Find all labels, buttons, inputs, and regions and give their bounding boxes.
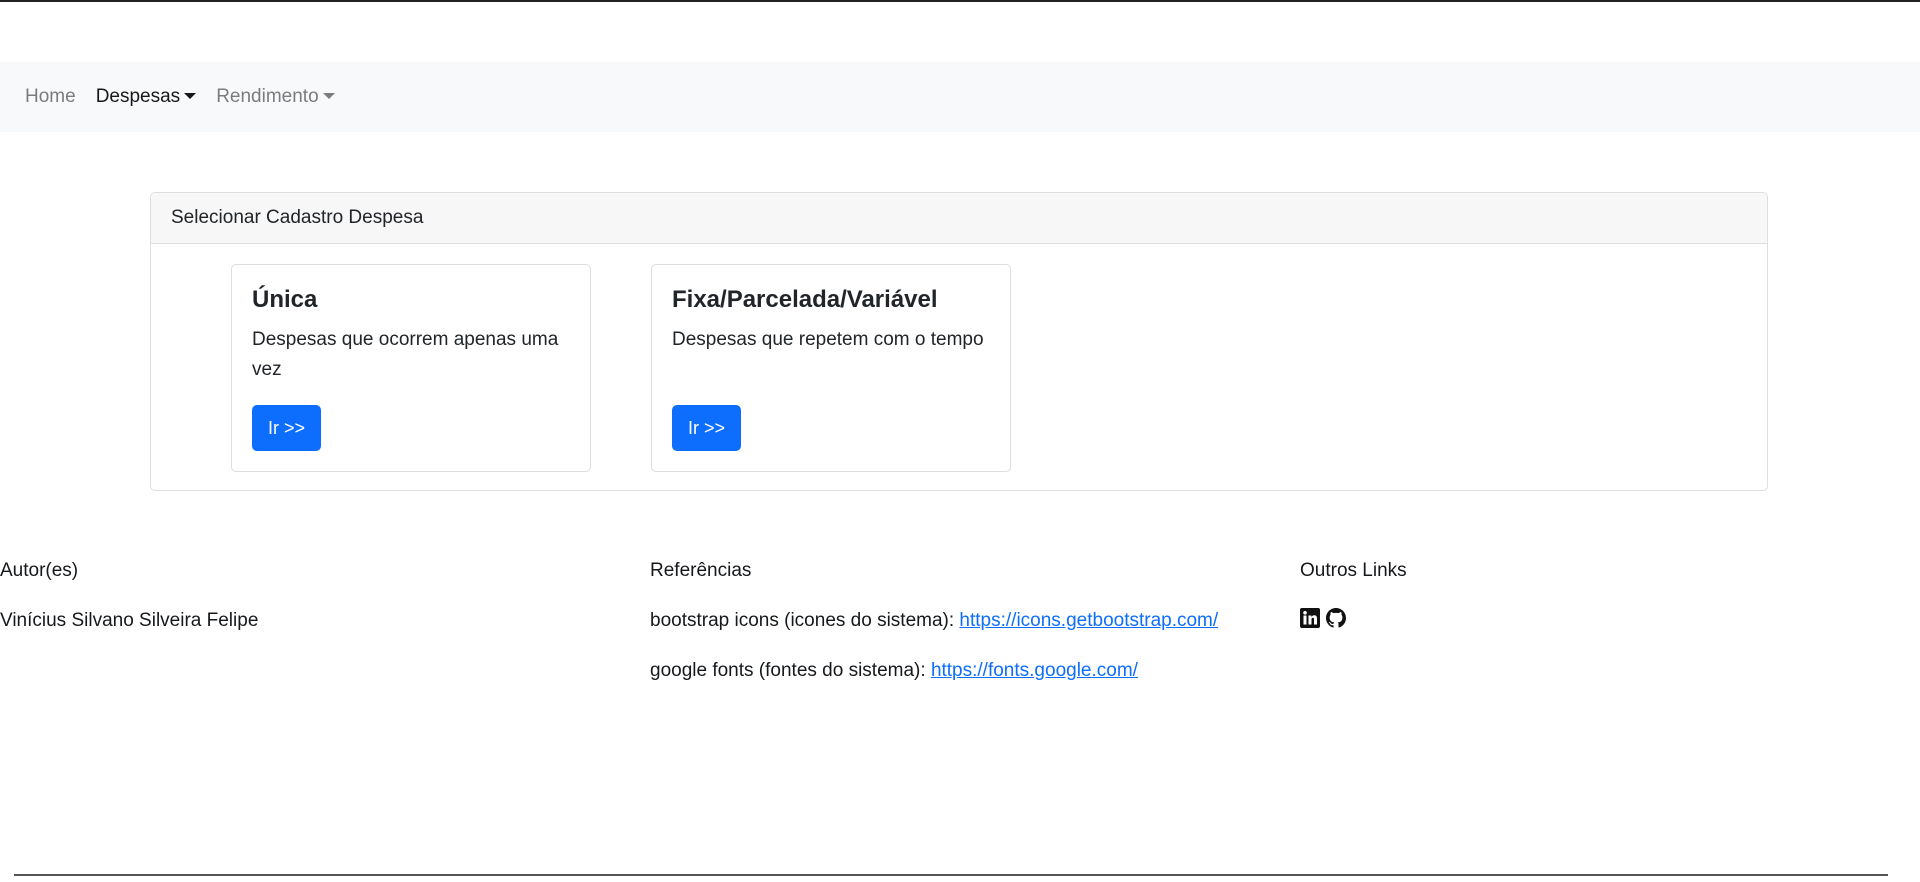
caret-down-icon: [322, 93, 335, 99]
card-text: Despesas que ocorrem apenas uma vez: [252, 329, 559, 381]
footer-references: Referências bootstrap icons (icones do s…: [650, 556, 1218, 686]
nav-despesas-dropdown[interactable]: Despesas: [96, 86, 197, 108]
select-expense-panel: Selecionar Cadastro Despesa Única Despes…: [150, 192, 1768, 491]
card-unica: Única Despesas que ocorrem apenas uma ve…: [231, 264, 591, 472]
author-name: Vinícius Silvano Silveira Felipe: [0, 610, 259, 631]
authors-heading: Autor(es): [0, 560, 79, 581]
top-border: [0, 0, 1920, 2]
other-links-heading: Outros Links: [1300, 560, 1407, 581]
linkedin-icon[interactable]: [1300, 608, 1320, 628]
nav-despesas-label: Despesas: [95, 86, 181, 107]
reference-text: google fonts (fontes do sistema):: [650, 660, 931, 681]
bottom-border: [14, 874, 1888, 876]
caret-down-icon: [184, 93, 197, 99]
navbar: Home Despesas Rendimento: [0, 62, 1920, 132]
panel-header: Selecionar Cadastro Despesa: [151, 193, 1767, 244]
nav-rendimento-dropdown[interactable]: Rendimento: [216, 86, 335, 108]
card-title: Fixa/Parcelada/Variável: [672, 286, 938, 313]
reference-item: bootstrap icons (icones do sistema): htt…: [650, 606, 1218, 636]
footer-other-links: Outros Links: [1300, 556, 1407, 628]
footer-authors: Autor(es) Vinícius Silvano Silveira Feli…: [0, 556, 258, 636]
reference-text: bootstrap icons (icones do sistema):: [650, 610, 960, 631]
nav-home[interactable]: Home: [25, 86, 76, 108]
nav-rendimento-label: Rendimento: [216, 86, 319, 107]
reference-item: google fonts (fontes do sistema): https:…: [650, 656, 1218, 686]
card-title: Única: [252, 286, 318, 313]
social-icons: [1300, 608, 1407, 628]
github-icon[interactable]: [1326, 608, 1346, 628]
panel-title: Selecionar Cadastro Despesa: [171, 207, 424, 228]
reference-link[interactable]: https://fonts.google.com/: [931, 660, 1138, 681]
nav-home-label: Home: [25, 86, 76, 107]
reference-link[interactable]: https://icons.getbootstrap.com/: [959, 610, 1218, 631]
card-fixa: Fixa/Parcelada/Variável Despesas que rep…: [651, 264, 1011, 472]
go-unica-button[interactable]: Ir >>: [252, 405, 322, 451]
go-fixa-button[interactable]: Ir >>: [672, 405, 742, 451]
references-heading: Referências: [650, 560, 752, 581]
card-text: Despesas que repetem com o tempo: [672, 329, 984, 351]
